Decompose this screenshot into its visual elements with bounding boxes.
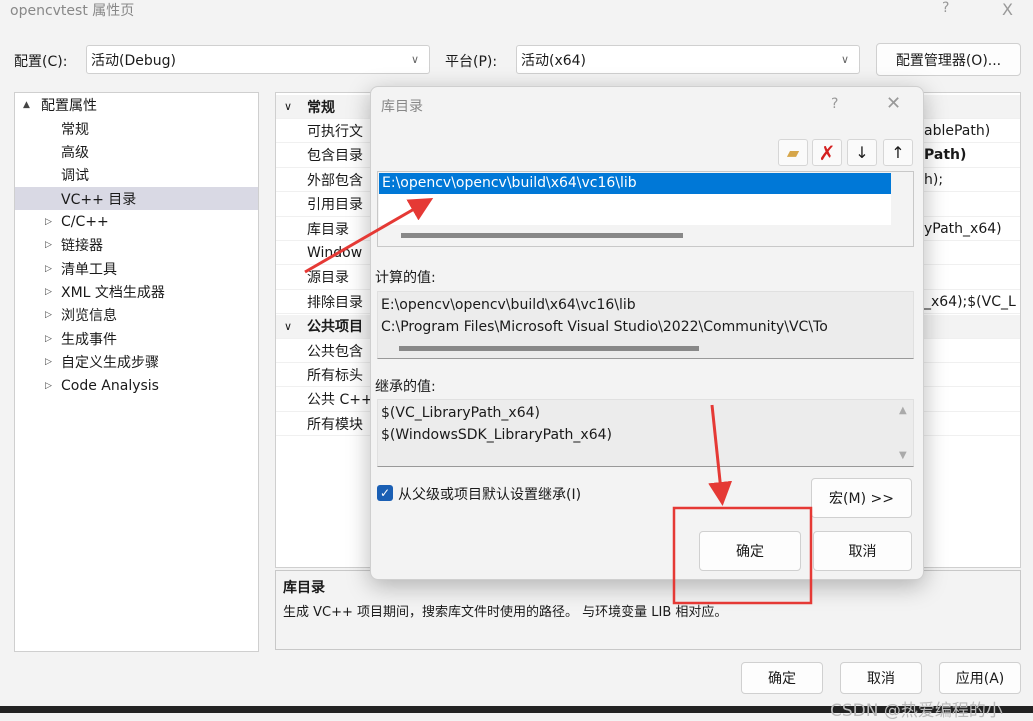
annotation-arrow [304, 198, 434, 274]
annotation-arrow [708, 404, 733, 506]
annotation-highlight-box [672, 506, 813, 605]
annotation-overlay [304, 198, 813, 605]
